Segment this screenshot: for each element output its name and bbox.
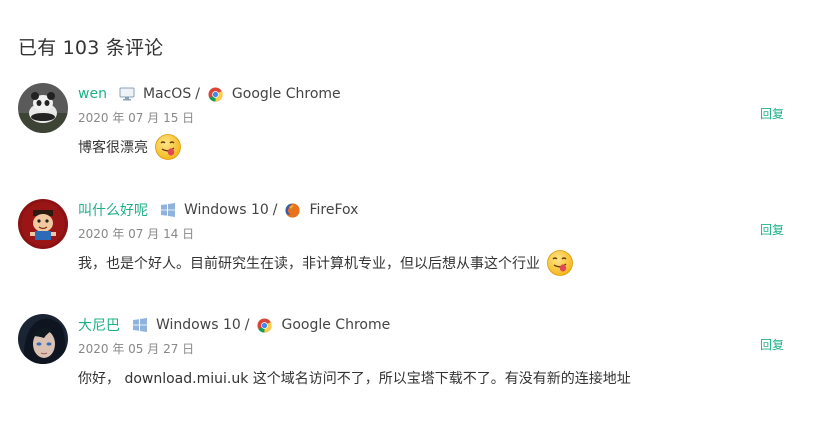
comment-author[interactable]: wen <box>78 86 107 102</box>
avatar[interactable] <box>18 83 68 133</box>
tongue-out-emoji <box>154 133 182 161</box>
separator: / <box>244 317 250 333</box>
comment-author[interactable]: 叫什么好呢 <box>78 200 148 220</box>
comment-text: 博客很漂亮 <box>78 133 182 161</box>
browser-name: Google Chrome <box>281 317 391 333</box>
windows-icon <box>160 203 176 217</box>
os-name: Windows 10 <box>156 317 241 333</box>
chrome-icon <box>257 317 273 333</box>
monitor-icon <box>119 87 135 101</box>
comment-item: 大尼巴 Windows 10 / Google Chrome 2020 年 05… <box>0 314 813 424</box>
comment-meta: wen MacOS / Google Chrome <box>78 84 341 104</box>
comment-item: 叫什么好呢 Windows 10 / FireFox 2020 年 07 月 1… <box>0 199 813 309</box>
avatar[interactable] <box>18 314 68 364</box>
avatar[interactable] <box>18 199 68 249</box>
comment-text: 你好， download.miui.uk 这个域名访问不了，所以宝塔下载不了。有… <box>78 368 631 388</box>
comment-author[interactable]: 大尼巴 <box>78 315 120 335</box>
reply-button[interactable]: 回复 <box>760 105 784 122</box>
separator: / <box>195 86 200 102</box>
comment-date: 2020 年 07 月 14 日 <box>78 227 195 241</box>
browser-name: Google Chrome <box>231 86 341 102</box>
firefox-icon <box>285 202 301 218</box>
comment-body: 我，也是个好人。目前研究生在读，非计算机专业，但以后想从事这个行业 <box>78 256 540 272</box>
comment-item: wen MacOS / Google Chrome 2020 年 07 月 15… <box>0 83 813 193</box>
comment-date: 2020 年 05 月 27 日 <box>78 342 195 356</box>
chrome-icon <box>208 86 223 102</box>
comment-body: 博客很漂亮 <box>78 140 148 156</box>
reply-button[interactable]: 回复 <box>760 221 784 238</box>
os-name: MacOS <box>142 86 192 102</box>
windows-icon <box>132 318 148 332</box>
reply-button[interactable]: 回复 <box>760 336 784 353</box>
comment-meta: 大尼巴 Windows 10 / Google Chrome <box>78 315 390 335</box>
comment-text: 我，也是个好人。目前研究生在读，非计算机专业，但以后想从事这个行业 <box>78 249 574 277</box>
os-name: Windows 10 <box>184 202 269 218</box>
comment-body: 你好， download.miui.uk 这个域名访问不了，所以宝塔下载不了。有… <box>78 371 631 387</box>
separator: / <box>272 202 278 218</box>
tongue-out-emoji <box>546 249 574 277</box>
comment-meta: 叫什么好呢 Windows 10 / FireFox <box>78 200 358 220</box>
comment-date: 2020 年 07 月 15 日 <box>78 111 195 125</box>
browser-name: FireFox <box>309 202 359 218</box>
comments-heading: 已有 103 条评论 <box>18 37 164 59</box>
